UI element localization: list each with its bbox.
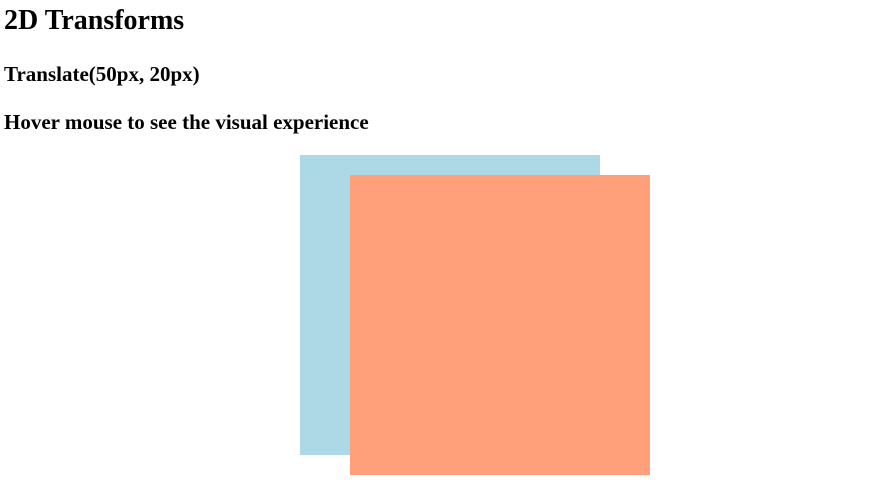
hover-instruction: Hover mouse to see the visual experience <box>4 110 369 134</box>
transform-demo-area[interactable] <box>300 155 650 475</box>
page: 2D Transforms Translate(50px, 20px) Hove… <box>0 0 873 489</box>
page-title: 2D Transforms <box>4 5 185 36</box>
translated-box[interactable] <box>350 175 650 475</box>
transform-subtitle: Translate(50px, 20px) <box>4 62 200 86</box>
